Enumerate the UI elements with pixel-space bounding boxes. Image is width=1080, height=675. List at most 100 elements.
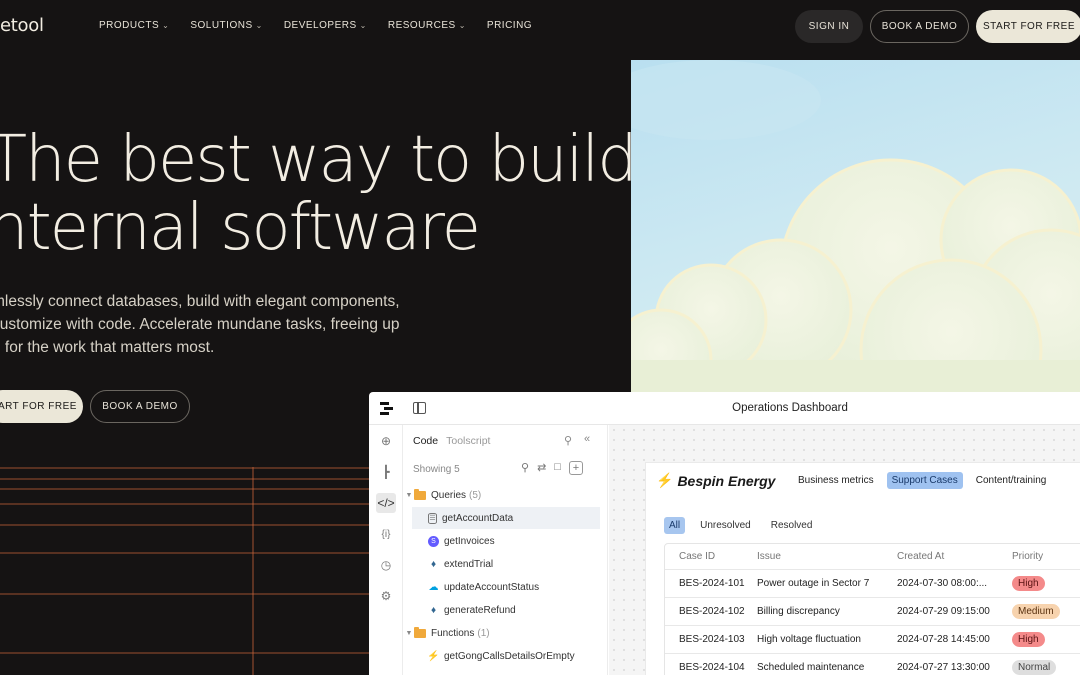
column-header[interactable]: Created At [897,551,1012,562]
nav-developers-label: DEVELOPERS [283,20,357,31]
query-item[interactable]: ☁ updateAccountStatus [404,576,600,598]
case-created: 2024-07-28 14:45:00 [897,634,990,645]
case-id: BES-2024-102 [679,606,745,617]
nav-resources-label: RESOURCES [387,20,456,31]
hero-title: The best way to build nternal software [0,123,638,262]
priority-badge: High [1012,632,1045,647]
function-name: getGongCallsDetailsOrEmpty [444,650,575,662]
query-item[interactable]: ♦ generateRefund [404,599,600,621]
caret-down-icon: ▼ [405,491,413,499]
variable-icon[interactable]: {i} [376,524,396,544]
postgres-icon: ♦ [430,558,437,570]
table-row[interactable]: BES-2024-103 High voltage fluctuation 20… [665,626,1080,654]
tab-business-metrics[interactable]: Business metrics [793,472,879,489]
priority-badge: Medium [1012,604,1060,619]
nav-solutions[interactable]: SOLUTIONS ⌄ [190,20,263,31]
query-name: generateRefund [444,604,516,616]
query-item[interactable]: S getInvoices [404,530,600,552]
hero-book-demo-button[interactable]: BOOK A DEMO [90,390,190,423]
query-name: getAccountData [442,512,514,524]
pin-icon[interactable]: ⚲ [564,434,572,447]
tab-content-training[interactable]: Content/training [971,472,1052,489]
function-icon: ⚡ [427,650,440,662]
start-free-button[interactable]: START FOR FREE [976,10,1080,43]
brand-name: Bespin Energy [677,472,776,489]
cases-table: Case ID Issue Created At Priority BES-20… [664,543,1080,675]
chevron-down-icon: ⌄ [458,21,466,30]
case-id: BES-2024-104 [679,662,745,673]
hero-subtitle-line-3: e for the work that matters most. [0,339,215,356]
decorative-grid [0,467,370,675]
case-created: 2024-07-29 09:15:00 [897,606,990,617]
add-icon[interactable]: + [568,461,583,475]
hero-title-line-1: The best way to build [0,123,638,197]
search-icon[interactable]: ⚲ [521,461,529,475]
app-titlebar: Operations Dashboard [369,392,1080,425]
nav-products[interactable]: PRODUCTS ⌄ [99,20,169,31]
dashboard-tabs: Business metrics Support Cases Content/t… [793,472,1051,489]
code-icon[interactable]: </> [376,493,396,513]
brand: ⚡ Bespin Energy [656,472,775,489]
hero-subtitle-line-2: customize with code. Accelerate mundane … [0,316,400,333]
case-issue: High voltage fluctuation [757,634,861,645]
tree-icon[interactable]: ┣ [376,462,396,482]
folder-icon [414,488,426,500]
hero-subtitle: mlessly connect databases, build with el… [0,290,402,359]
query-name: getInvoices [444,535,495,547]
code-panel: Code Toolscript ⚲ « Showing 5 ⚲ ⇄ □ + ▼ … [404,425,608,675]
query-item[interactable]: ♦ extendTrial [404,553,600,575]
query-item[interactable]: ☰ getAccountData [412,507,600,529]
chevron-down-icon: ⌄ [359,21,367,30]
query-name: updateAccountStatus [444,581,540,593]
function-item[interactable]: ⚡ getGongCallsDetailsOrEmpty [404,645,600,667]
column-header[interactable]: Case ID [665,551,757,562]
gear-icon[interactable]: ⚙ [376,586,396,606]
app-window-title: Operations Dashboard [732,402,848,414]
filter-icon[interactable]: ⇄ [537,461,546,475]
column-header[interactable]: Issue [757,551,897,562]
nav-menu: PRODUCTS ⌄ SOLUTIONS ⌄ DEVELOPERS ⌄ RESOURC… [99,20,553,31]
left-rail: ⊕ ┣ </> {i} ◷ ⚙ [369,425,403,675]
tree-folder-functions[interactable]: ▼ Functions (1) [404,622,600,644]
case-created: 2024-07-27 13:30:00 [897,662,990,673]
queries-label: Queries [431,489,467,501]
hero-start-free-button[interactable]: TART FOR FREE [0,390,83,423]
nav-resources[interactable]: RESOURCES ⌄ [388,20,466,31]
folder-icon[interactable]: □ [554,461,561,475]
book-demo-button[interactable]: BOOK A DEMO [870,10,969,43]
filter-resolved[interactable]: Resolved [766,517,818,534]
table-row[interactable]: BES-2024-102 Billing discrepancy 2024-07… [665,598,1080,626]
sky-clouds-illustration [631,60,1080,392]
case-issue: Power outage in Sector 7 [757,578,870,589]
dashboard-card: ⚡ Bespin Energy Business metrics Support… [646,463,1080,675]
nav-solutions-label: SOLUTIONS [190,20,253,31]
nav-developers[interactable]: DEVELOPERS ⌄ [284,20,367,31]
logo[interactable]: etool [0,15,44,36]
app-window: Operations Dashboard ⊕ ┣ </> {i} ◷ ⚙ Cod… [369,392,1080,675]
nav-products-label: PRODUCTS [99,20,160,31]
table-row[interactable]: BES-2024-104 Scheduled maintenance 2024-… [665,654,1080,675]
table-row[interactable]: BES-2024-101 Power outage in Sector 7 20… [665,570,1080,598]
nav-pricing-label: PRICING [486,20,533,31]
salesforce-icon: ☁ [428,581,439,593]
postgres-icon: ♦ [430,604,437,616]
stripe-icon: S [428,535,439,547]
tree-folder-queries[interactable]: ▼ Queries (5) [404,484,600,506]
showing-count: Showing 5 [413,464,460,475]
history-icon[interactable]: ◷ [376,555,396,575]
case-id: BES-2024-103 [679,634,745,645]
nav-pricing[interactable]: PRICING [487,20,532,31]
column-header[interactable]: Priority [1012,551,1080,562]
filter-unresolved[interactable]: Unresolved [695,517,756,534]
chevron-down-icon: ⌄ [162,21,170,30]
app-canvas: ⚡ Bespin Energy Business metrics Support… [609,425,1080,675]
tab-support-cases[interactable]: Support Cases [886,472,963,489]
priority-badge: High [1012,576,1045,591]
filter-all[interactable]: All [664,517,686,534]
sign-in-button[interactable]: SIGN IN [795,10,863,43]
tab-toolscript[interactable]: Toolscript [446,435,490,447]
add-circle-icon[interactable]: ⊕ [376,431,396,451]
collapse-icon[interactable]: « [584,433,590,445]
tab-code[interactable]: Code [413,435,438,447]
bolt-icon: ⚡ [656,472,674,488]
